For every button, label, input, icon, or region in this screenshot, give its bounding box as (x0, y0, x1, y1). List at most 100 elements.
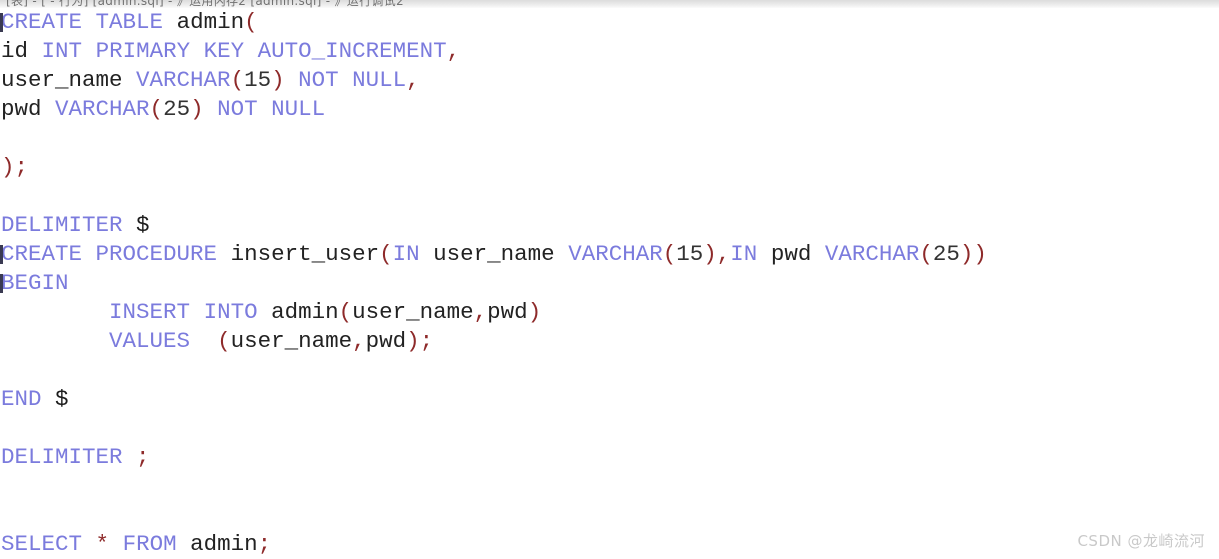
code-token: KEY (203, 38, 245, 64)
code-token: ) (406, 328, 420, 354)
code-line[interactable]: INSERT INTO admin(user_name,pwd) (0, 298, 1219, 327)
code-line[interactable]: SELECT * FROM admin; (0, 530, 1219, 559)
code-line[interactable]: ); (0, 153, 1219, 182)
code-token: VARCHAR (136, 67, 231, 93)
code-line[interactable]: id INT PRIMARY KEY AUTO_INCREMENT, (0, 37, 1219, 66)
code-line[interactable]: DELIMITER $ (0, 211, 1219, 240)
code-token: NULL (271, 96, 326, 122)
code-token: ( (149, 96, 164, 122)
code-token: ( (919, 241, 933, 267)
code-line-text: BEGIN (0, 269, 69, 298)
code-token: insert_user (230, 241, 380, 267)
code-token: 25 (163, 96, 191, 122)
code-token: $ (136, 212, 150, 238)
code-line[interactable]: BEGIN (0, 269, 1219, 298)
code-token: user_name (433, 241, 555, 267)
code-token: pwd (487, 299, 528, 325)
code-line-text: CREATE PROCEDURE insert_user(IN user_nam… (0, 240, 987, 269)
code-line[interactable] (0, 124, 1219, 153)
code-line[interactable]: END $ (0, 385, 1219, 414)
code-line[interactable] (0, 501, 1219, 530)
code-token: user_name (352, 299, 474, 325)
code-token: pwd (1, 96, 42, 122)
code-token: , (473, 299, 488, 325)
code-token: 25 (932, 241, 960, 267)
code-token: VALUES (109, 328, 191, 354)
code-token: END (1, 386, 42, 412)
code-token: ) (190, 96, 204, 122)
code-token: $ (55, 386, 69, 412)
code-token: INT (41, 38, 83, 64)
code-token: ; (136, 444, 150, 470)
code-line[interactable] (0, 472, 1219, 501)
code-token: PROCEDURE (95, 241, 218, 267)
code-token: ; (419, 328, 434, 354)
code-token: 15 (244, 67, 272, 93)
code-line-text: END $ (0, 385, 69, 414)
code-token: ( (662, 241, 677, 267)
code-token: ) (703, 241, 717, 267)
code-line[interactable]: DELIMITER ; (0, 443, 1219, 472)
code-token: AUTO_INCREMENT (257, 38, 447, 64)
code-token: , (406, 67, 420, 93)
code-token: ( (217, 328, 231, 354)
code-token: pwd (365, 328, 407, 354)
code-line[interactable] (0, 182, 1219, 211)
code-line-text: INSERT INTO admin(user_name,pwd) (0, 298, 541, 327)
code-token: INSERT (109, 299, 191, 325)
code-token: ; (14, 154, 29, 180)
line-gutter-marker (0, 274, 3, 293)
code-token: , (352, 328, 366, 354)
code-line[interactable]: user_name VARCHAR(15) NOT NULL, (0, 66, 1219, 95)
code-line-text: pwd VARCHAR(25) NOT NULL (0, 95, 325, 124)
code-token: TABLE (95, 9, 164, 35)
code-line-text: CREATE TABLE admin( (0, 8, 258, 37)
code-token: user_name (230, 328, 353, 354)
watermark-text: CSDN @龙崎流河 (1077, 532, 1205, 550)
code-token: FROM (122, 531, 177, 557)
code-token: * (95, 531, 110, 557)
code-token: NULL (352, 67, 407, 93)
code-line[interactable]: CREATE TABLE admin( (0, 8, 1219, 37)
sql-code-editor[interactable]: CREATE TABLE admin(id INT PRIMARY KEY AU… (0, 8, 1219, 559)
code-line[interactable]: pwd VARCHAR(25) NOT NULL (0, 95, 1219, 124)
code-line[interactable]: VALUES (user_name,pwd); (0, 327, 1219, 356)
code-line-text: DELIMITER ; (0, 443, 150, 472)
code-line-text: id INT PRIMARY KEY AUTO_INCREMENT, (0, 37, 460, 66)
code-token: ( (379, 241, 393, 267)
code-token: SELECT (1, 531, 83, 557)
code-line[interactable] (0, 414, 1219, 443)
code-line-text: DELIMITER $ (0, 211, 150, 240)
code-line[interactable]: CREATE PROCEDURE insert_user(IN user_nam… (0, 240, 1219, 269)
code-token: INTO (203, 299, 258, 325)
code-token: pwd (770, 241, 812, 267)
code-token: VARCHAR (55, 96, 150, 122)
code-token: , (446, 38, 461, 64)
code-token: VARCHAR (568, 241, 663, 267)
line-gutter-marker (0, 13, 3, 32)
code-token: ) (1, 154, 15, 180)
code-token: ( (230, 67, 245, 93)
code-line[interactable] (0, 356, 1219, 385)
